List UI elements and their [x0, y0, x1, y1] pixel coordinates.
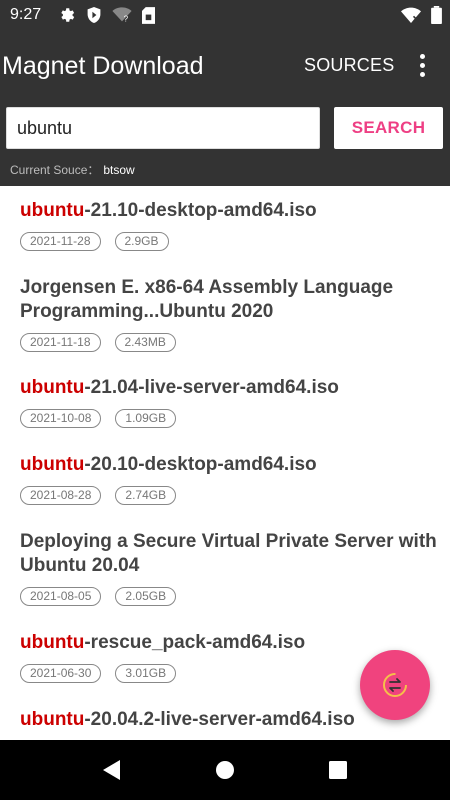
battery-icon — [431, 6, 442, 24]
list-item[interactable]: ubuntu-20.10-desktop-amd64.iso 2021-08-2… — [20, 453, 440, 505]
result-title: ubuntu-21.04-live-server-amd64.iso — [20, 377, 339, 398]
svg-text:?: ? — [124, 14, 129, 23]
shield-icon — [87, 7, 101, 23]
date-badge: 2021-06-30 — [20, 664, 102, 683]
date-badge: 2021-10-08 — [20, 409, 102, 428]
size-badge: 2.9GB — [114, 232, 169, 251]
list-item[interactable]: Deploying a Secure Virtual Private Serve… — [20, 530, 440, 606]
result-title: ubuntu-20.10-desktop-amd64.iso — [20, 454, 317, 475]
result-title: Jorgensen E. x86-64 Assembly Language Pr… — [20, 277, 394, 322]
list-item[interactable]: ubuntu-21.04-live-server-amd64.iso 2021-… — [20, 376, 440, 428]
date-badge: 2021-11-18 — [20, 333, 101, 352]
size-badge: 2.05GB — [115, 587, 177, 606]
swap-button[interactable] — [360, 650, 430, 720]
search-input[interactable] — [6, 107, 320, 149]
date-badge: 2021-08-28 — [20, 486, 102, 505]
date-badge: 2021-11-28 — [20, 232, 101, 251]
current-source-value: btsow — [103, 163, 135, 177]
result-title: ubuntu-21.10-desktop-amd64.iso — [20, 200, 317, 221]
size-badge: 2.43MB — [114, 333, 176, 352]
swap-icon — [383, 673, 407, 697]
current-source-label: Current Souce： — [10, 163, 100, 177]
status-time: 9:27 — [10, 6, 42, 23]
nav-bar — [0, 740, 450, 800]
size-badge: 3.01GB — [115, 664, 177, 683]
result-title: Deploying a Secure Virtual Private Serve… — [20, 531, 437, 576]
size-badge: 1.09GB — [115, 409, 177, 428]
recents-icon[interactable] — [326, 758, 350, 782]
wifi-off-icon — [401, 7, 421, 23]
result-title: ubuntu-rescue_pack-amd64.iso — [20, 632, 306, 653]
home-icon[interactable] — [213, 758, 237, 782]
date-badge: 2021-08-05 — [20, 587, 102, 606]
sources-button[interactable]: SOURCES — [304, 55, 394, 76]
current-source: Current Souce： btsow — [10, 161, 135, 178]
search-area: SEARCH Current Souce：btsow — [0, 102, 450, 186]
more-vert-icon[interactable] — [412, 54, 432, 82]
list-item[interactable]: ubuntu-21.10-desktop-amd64.iso 2021-11-2… — [20, 199, 440, 251]
gear-icon — [61, 8, 75, 22]
app-title: Magnet Download — [2, 52, 204, 80]
sim-card-icon — [142, 6, 155, 24]
back-icon[interactable] — [100, 758, 124, 782]
app-bar: Magnet Download SOURCES — [0, 32, 450, 102]
status-bar: 9:27 ? — [0, 0, 450, 32]
wifi-question-icon: ? — [112, 7, 132, 23]
search-button[interactable]: SEARCH — [334, 107, 443, 149]
size-badge: 2.74GB — [115, 486, 177, 505]
list-item[interactable]: Jorgensen E. x86-64 Assembly Language Pr… — [20, 276, 440, 352]
